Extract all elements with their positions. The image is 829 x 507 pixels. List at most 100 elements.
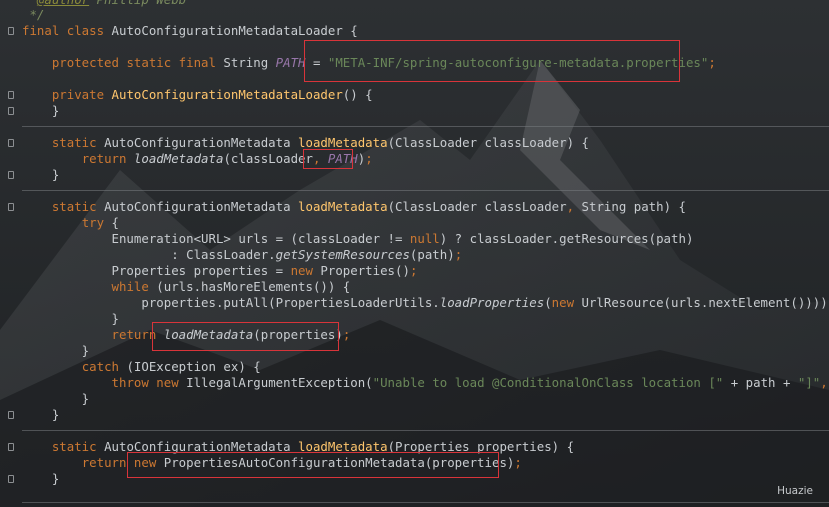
code-line[interactable]: private AutoConfigurationMetadataLoader(…	[22, 87, 373, 103]
code-line[interactable]: : ClassLoader.getSystemResources(path);	[22, 247, 462, 263]
highlight-path-argument	[303, 149, 353, 169]
code-token: ;	[454, 247, 463, 262]
fold-marker-icon[interactable]	[8, 27, 14, 35]
code-token: (	[544, 295, 552, 310]
highlight-new-properties-metadata	[127, 452, 499, 478]
method-separator	[22, 502, 829, 503]
highlight-load-metadata-call	[152, 322, 339, 351]
code-token: static	[51, 199, 105, 214]
code-line[interactable]: */	[22, 7, 44, 23]
fold-marker-icon[interactable]	[8, 107, 14, 115]
code-token: {	[111, 215, 119, 230]
code-token: loadMetadata	[133, 151, 224, 166]
fold-marker-icon[interactable]	[8, 91, 14, 99]
code-token: @author	[37, 0, 89, 7]
code-token: "Unable to load @ConditionalOnClass loca…	[372, 375, 724, 390]
code-line[interactable]: }	[22, 391, 89, 407]
code-line[interactable]: }	[22, 471, 59, 487]
code-line[interactable]: throw new IllegalArgumentException("Unab…	[22, 375, 829, 391]
editor-gutter	[0, 0, 18, 507]
code-token: ;	[708, 55, 716, 70]
code-token: IllegalArgumentException(	[186, 375, 373, 390]
code-token: */	[22, 7, 45, 22]
code-token: static	[51, 135, 105, 150]
code-token: (IOException ex) {	[126, 359, 261, 374]
code-token: AutoConfigurationMetadata	[104, 199, 299, 214]
code-line[interactable]: static AutoConfigurationMetadata loadMet…	[22, 199, 686, 215]
code-token: : ClassLoader.	[22, 247, 276, 262]
code-token: null	[409, 231, 440, 246]
code-token: ,	[820, 375, 828, 390]
code-line[interactable]: }	[22, 343, 89, 359]
code-line[interactable]: try {	[22, 215, 119, 231]
code-token: final class	[22, 23, 112, 38]
code-token: }	[22, 103, 60, 118]
code-line[interactable]: }	[22, 167, 59, 183]
code-line[interactable]: Enumeration<URL> urls = (classLoader != …	[22, 231, 694, 247]
code-token: + path +	[723, 375, 798, 390]
code-token: ;	[342, 327, 351, 342]
code-line[interactable]: }	[22, 103, 59, 119]
code-token: properties.putAll(PropertiesLoaderUtils.	[22, 295, 440, 310]
code-token: }	[22, 311, 119, 326]
code-token: (ClassLoader classLoader	[387, 199, 567, 214]
code-line[interactable]: }	[22, 407, 59, 423]
code-token: ;	[365, 151, 373, 166]
code-token: return	[81, 151, 134, 166]
code-line[interactable]: properties.putAll(PropertiesLoaderUtils.…	[22, 295, 829, 311]
method-separator	[22, 190, 829, 191]
code-line[interactable]: @author Phillip Webb	[22, 0, 186, 8]
fold-marker-icon[interactable]	[8, 475, 14, 483]
code-token: "]"	[797, 375, 821, 390]
method-separator	[22, 430, 829, 431]
code-token: loadMetadata	[298, 199, 388, 214]
code-token: ,	[566, 199, 582, 214]
method-separator	[22, 126, 829, 127]
fold-marker-icon[interactable]	[8, 411, 14, 419]
code-token: (path)	[409, 247, 455, 262]
code-line[interactable]: final class AutoConfigurationMetadataLoa…	[22, 23, 358, 39]
code-token: throw new	[111, 375, 187, 390]
code-line[interactable]: }	[22, 311, 119, 327]
code-line[interactable]: catch (IOException ex) {	[22, 359, 261, 375]
code-token: private	[51, 87, 112, 102]
code-token: Enumeration<URL> urls = (classLoader !=	[22, 231, 410, 246]
watermark-text: Huazie	[777, 485, 813, 497]
code-token: }	[22, 343, 90, 358]
code-token: ) ? classLoader.getResources(path)	[439, 231, 694, 246]
code-token: new	[290, 263, 321, 278]
code-token: AutoConfigurationMetadataLoader {	[111, 23, 358, 38]
code-token: (urls.hasMoreElements()) {	[156, 279, 351, 294]
fold-marker-icon[interactable]	[8, 443, 14, 451]
code-token: new	[551, 295, 582, 310]
code-token: }	[22, 471, 60, 486]
code-token: (classLoader	[223, 151, 313, 166]
code-token: try	[81, 215, 112, 230]
code-token: Phillip Webb	[89, 0, 187, 7]
fold-marker-icon[interactable]	[8, 139, 14, 147]
code-token: Properties()	[320, 263, 410, 278]
code-token: ;	[409, 263, 418, 278]
fold-marker-icon[interactable]	[8, 203, 14, 211]
code-token: AutoConfigurationMetadataLoader	[111, 87, 343, 102]
fold-marker-icon[interactable]	[8, 171, 14, 179]
code-token: PATH	[275, 55, 306, 70]
code-token: loadMetadata	[298, 135, 388, 150]
code-line[interactable]: Properties properties = new Properties()…	[22, 263, 418, 279]
highlight-path-constant	[304, 40, 680, 82]
code-token: }	[22, 407, 60, 422]
code-token: loadProperties	[439, 295, 545, 310]
code-token: }	[22, 167, 60, 182]
code-token: () {	[342, 87, 373, 102]
code-line[interactable]: while (urls.hasMoreElements()) {	[22, 279, 351, 295]
